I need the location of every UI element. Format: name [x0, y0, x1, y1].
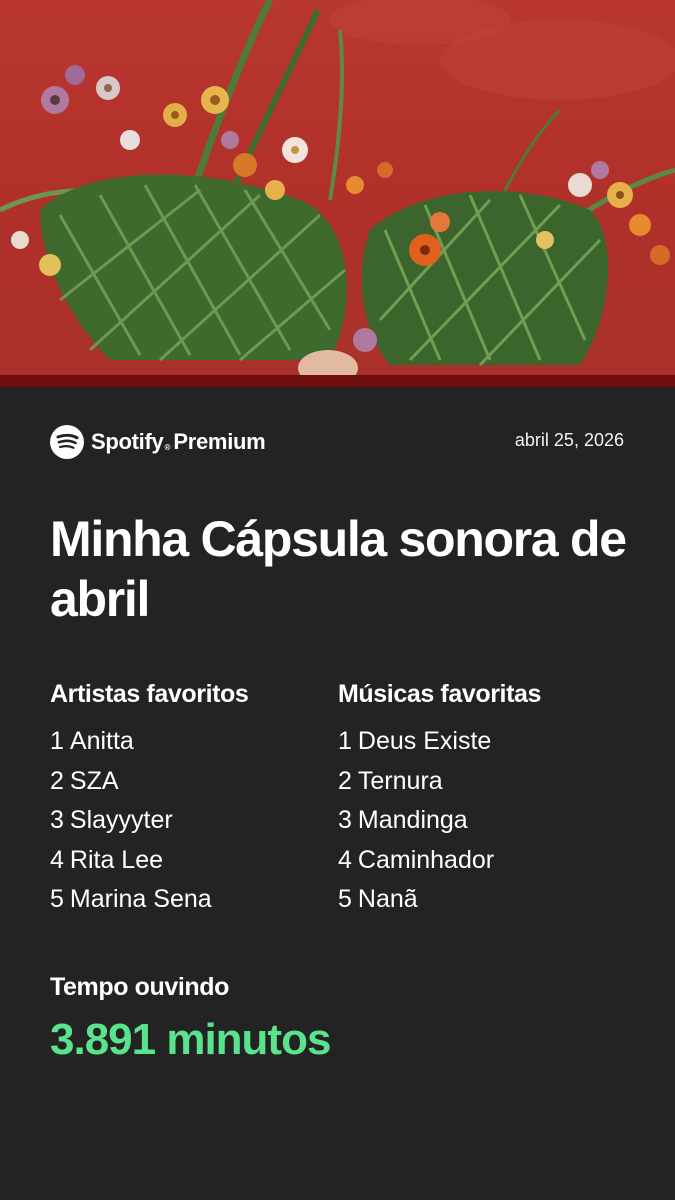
brand-name: Spotify: [91, 429, 164, 454]
top-artists-list: 1 Anitta 2 SZA 3 Slayyyter 4 Rita Lee 5 Marin…: [50, 722, 248, 920]
artist-item: 4 Rita Lee: [50, 841, 248, 881]
registered-mark: ®: [164, 442, 171, 452]
artist-name: Rita Lee: [69, 845, 164, 874]
artist-rank: 1: [50, 727, 64, 755]
artist-name: Marina Sena: [69, 885, 212, 913]
artist-name: Slayyyter: [69, 806, 173, 834]
song-name: Deus Existe: [357, 727, 492, 755]
brand-tier: Premium: [173, 429, 266, 454]
artist-rank: 5: [50, 885, 64, 913]
song-item: 4 Caminhador: [338, 841, 541, 881]
flower-baskets-illustration: [0, 0, 675, 375]
artist-rank: 4: [50, 845, 64, 874]
song-rank: 3: [338, 806, 352, 834]
artist-name: Anitta: [69, 727, 134, 755]
artist-name: SZA: [69, 766, 119, 795]
song-item: 3 Mandinga: [338, 801, 541, 841]
song-rank: 2: [338, 766, 352, 795]
artist-rank: 3: [50, 806, 64, 834]
spotify-premium-brand: Spotify ® Premium: [50, 424, 266, 460]
top-songs-section: Músicas favoritas 1 Deus Existe 2 Ternura …: [338, 676, 541, 920]
song-item: 2 Ternura: [338, 762, 541, 802]
song-item: 5 Nanã: [338, 880, 541, 920]
top-songs-heading: Músicas favoritas: [338, 680, 542, 708]
song-name: Caminhador: [357, 845, 495, 874]
listening-time-label: Tempo ouvindo: [50, 973, 230, 1001]
top-artists-heading: Artistas favoritos: [50, 680, 249, 708]
artist-rank: 2: [50, 766, 64, 795]
album-cover-image: [0, 0, 675, 375]
top-songs-list: 1 Deus Existe 2 Ternura 3 Mandinga 4 Caminha…: [338, 722, 541, 920]
artist-item: 2 SZA: [50, 762, 248, 802]
song-rank: 4: [338, 845, 352, 874]
song-rank: 5: [338, 885, 352, 913]
artist-item: 1 Anitta: [50, 722, 248, 762]
song-name: Mandinga: [357, 806, 468, 834]
date-label: abril 25, 2026: [514, 430, 624, 450]
song-name: Nanã: [357, 885, 418, 913]
artist-item: 5 Marina Sena: [50, 880, 248, 920]
song-name: Ternura: [357, 766, 443, 795]
cover-bottom-strip: [0, 375, 675, 387]
listening-time-value: 3.891 minutos: [50, 1015, 331, 1064]
spotify-logo-icon: [50, 425, 84, 459]
song-item: 1 Deus Existe: [338, 722, 541, 762]
page-title: Minha Cápsula sonora de abril: [50, 511, 627, 627]
song-rank: 1: [338, 727, 352, 755]
top-artists-section: Artistas favoritos 1 Anitta 2 SZA 3 Slayyyt…: [50, 676, 249, 920]
artist-item: 3 Slayyyter: [50, 801, 248, 841]
